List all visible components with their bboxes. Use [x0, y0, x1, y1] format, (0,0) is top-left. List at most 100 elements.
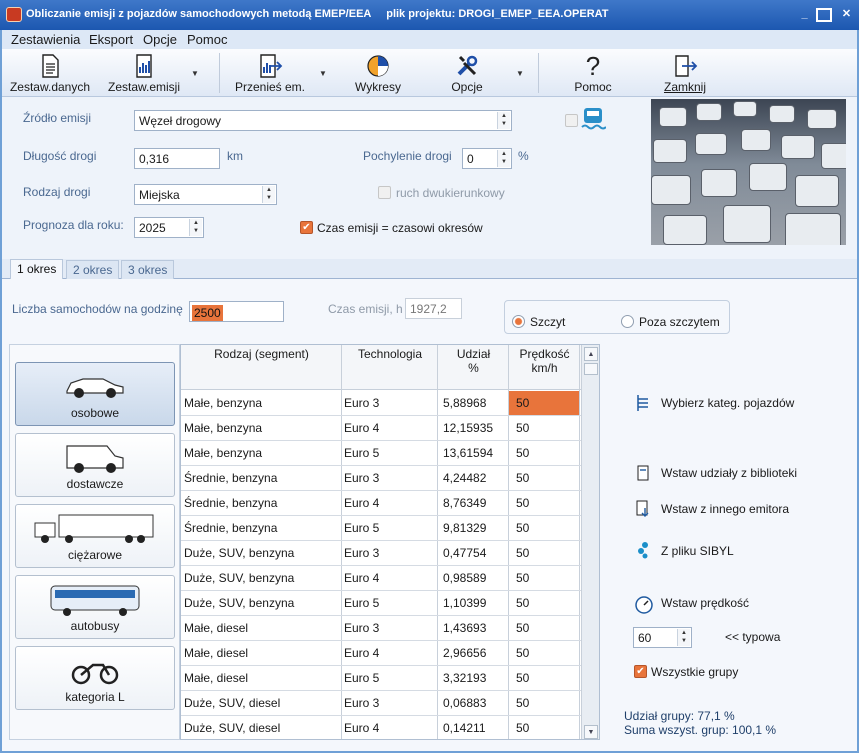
- category-kategoria-l[interactable]: kategoria L: [15, 646, 175, 710]
- spinner-arrows-icon[interactable]: ▲ ▼: [189, 219, 202, 236]
- zamknij-button[interactable]: Zamknij: [650, 49, 720, 97]
- grid-scrollbar[interactable]: ▲ ▼: [581, 345, 599, 739]
- rodzaj-select[interactable]: Miejska ▲ ▼: [134, 184, 277, 205]
- zestaw-danych-button[interactable]: Zestaw.danych: [6, 49, 94, 97]
- menu-eksport[interactable]: Eksport: [89, 32, 133, 47]
- table-row[interactable]: Średnie, benzyna Euro 5 9,81329 50: [181, 516, 581, 541]
- cell-technologia[interactable]: Euro 3: [344, 696, 379, 710]
- cell-predkosc[interactable]: 50: [516, 421, 529, 435]
- spinner-arrows-icon[interactable]: ▲ ▼: [497, 150, 510, 167]
- menu-opcje[interactable]: Opcje: [143, 32, 177, 47]
- header-rodzaj[interactable]: Rodzaj (segment): [181, 347, 342, 361]
- cell-rodzaj[interactable]: Duże, SUV, benzyna: [184, 596, 294, 610]
- pomoc-button[interactable]: ? Pomoc: [558, 49, 628, 97]
- table-row[interactable]: Średnie, benzyna Euro 3 4,24482 50: [181, 466, 581, 491]
- zestaw-emisji-button[interactable]: Zestaw.emisji: [102, 49, 186, 97]
- wszystkie-grupy-checkbox[interactable]: ✔: [634, 665, 647, 678]
- cell-rodzaj[interactable]: Małe, diesel: [184, 621, 248, 635]
- cell-rodzaj[interactable]: Małe, benzyna: [184, 446, 262, 460]
- cell-technologia[interactable]: Euro 3: [344, 546, 379, 560]
- cell-udzial[interactable]: 13,61594: [443, 446, 493, 460]
- table-row[interactable]: Małe, diesel Euro 4 2,96656 50: [181, 641, 581, 666]
- cell-predkosc[interactable]: 50: [516, 621, 529, 635]
- table-row[interactable]: Średnie, benzyna Euro 4 8,76349 50: [181, 491, 581, 516]
- table-row[interactable]: Małe, diesel Euro 3 1,43693 50: [181, 616, 581, 641]
- category-osobowe[interactable]: osobowe: [15, 362, 175, 426]
- cell-predkosc[interactable]: 50: [516, 696, 529, 710]
- cell-udzial[interactable]: 0,98589: [443, 571, 486, 585]
- cell-technologia[interactable]: Euro 4: [344, 646, 379, 660]
- dlugosc-input[interactable]: 0,316: [134, 148, 220, 169]
- cell-udzial[interactable]: 9,81329: [443, 521, 486, 535]
- liczba-input[interactable]: 2500: [189, 301, 284, 322]
- dwukierunkowy-checkbox[interactable]: [378, 186, 391, 199]
- cell-technologia[interactable]: Euro 5: [344, 446, 379, 460]
- cell-udzial[interactable]: 0,06883: [443, 696, 486, 710]
- cell-technologia[interactable]: Euro 4: [344, 721, 379, 735]
- chevron-down-icon[interactable]: ▲ ▼: [262, 186, 275, 203]
- tab-2-okres[interactable]: 2 okres: [66, 260, 120, 279]
- zrodlo-select[interactable]: Węzeł drogowy ▲ ▼: [134, 110, 512, 131]
- cell-udzial[interactable]: 4,24482: [443, 471, 486, 485]
- cell-rodzaj[interactable]: Duże, SUV, diesel: [184, 696, 280, 710]
- scroll-thumb[interactable]: [584, 363, 598, 375]
- menu-zestawienia[interactable]: Zestawienia: [11, 32, 80, 47]
- category-autobusy[interactable]: autobusy: [15, 575, 175, 639]
- przenies-button[interactable]: Przenieś em.: [226, 49, 314, 97]
- cell-rodzaj[interactable]: Średnie, benzyna: [184, 521, 277, 535]
- cell-predkosc[interactable]: 50: [516, 546, 529, 560]
- czas-emisji-checkbox[interactable]: ✔: [300, 221, 313, 234]
- wykresy-button[interactable]: Wykresy: [340, 49, 416, 97]
- typowa-button[interactable]: << typowa: [725, 630, 780, 644]
- cell-rodzaj[interactable]: Małe, diesel: [184, 646, 248, 660]
- header-udzial[interactable]: Udział %: [438, 347, 509, 375]
- header-predkosc[interactable]: Prędkość km/h: [509, 347, 580, 375]
- cell-predkosc[interactable]: 50: [516, 721, 529, 735]
- szczyt-radio[interactable]: [512, 315, 525, 328]
- cell-udzial[interactable]: 0,14211: [443, 721, 486, 735]
- wybierz-kategorie-button[interactable]: Wybierz kateg. pojazdów: [661, 396, 794, 410]
- table-row[interactable]: Duże, SUV, diesel Euro 3 0,06883 50: [181, 691, 581, 716]
- cell-predkosc[interactable]: 50: [516, 496, 529, 510]
- cell-udzial[interactable]: 1,10399: [443, 596, 486, 610]
- cell-technologia[interactable]: Euro 4: [344, 496, 379, 510]
- chevron-down-icon[interactable]: ▼: [516, 69, 524, 78]
- cell-udzial[interactable]: 0,47754: [443, 546, 486, 560]
- chevron-down-icon[interactable]: ▼: [191, 69, 199, 78]
- cell-rodzaj[interactable]: Duże, SUV, benzyna: [184, 571, 294, 585]
- table-row[interactable]: Małe, diesel Euro 5 3,32193 50: [181, 666, 581, 691]
- cell-udzial[interactable]: 12,15935: [443, 421, 493, 435]
- close-button[interactable]: ✕: [838, 7, 855, 22]
- poza-szczytem-radio[interactable]: [621, 315, 634, 328]
- cell-predkosc[interactable]: 50: [516, 471, 529, 485]
- cell-rodzaj[interactable]: Średnie, benzyna: [184, 496, 277, 510]
- cell-predkosc[interactable]: 50: [516, 521, 529, 535]
- opcje-button[interactable]: Opcje: [432, 49, 502, 97]
- cell-udzial[interactable]: 5,88968: [443, 396, 486, 410]
- table-row[interactable]: Małe, benzyna Euro 4 12,15935 50: [181, 416, 581, 441]
- table-row[interactable]: Małe, benzyna Euro 5 13,61594 50: [181, 441, 581, 466]
- wstaw-udzialy-button[interactable]: Wstaw udziały z biblioteki: [661, 466, 797, 480]
- category-ciezarowe[interactable]: ciężarowe: [15, 504, 175, 568]
- table-row[interactable]: Małe, benzyna Euro 3 5,88968 50: [181, 391, 581, 416]
- cell-rodzaj[interactable]: Małe, benzyna: [184, 421, 262, 435]
- cell-technologia[interactable]: Euro 5: [344, 596, 379, 610]
- cell-predkosc[interactable]: 50: [516, 446, 529, 460]
- tab-3-okres[interactable]: 3 okres: [121, 260, 175, 279]
- cell-technologia[interactable]: Euro 4: [344, 421, 379, 435]
- cell-udzial[interactable]: 3,32193: [443, 671, 486, 685]
- cell-rodzaj[interactable]: Duże, SUV, benzyna: [184, 546, 294, 560]
- wstaw-predkosc-button[interactable]: Wstaw prędkość: [661, 596, 749, 610]
- scroll-down-icon[interactable]: ▼: [584, 725, 598, 739]
- cell-technologia[interactable]: Euro 5: [344, 671, 379, 685]
- speed-spinner[interactable]: 60 ▲ ▼: [633, 627, 692, 648]
- cell-predkosc[interactable]: 50: [509, 391, 579, 415]
- minimize-button[interactable]: _: [796, 7, 813, 22]
- spinner-arrows-icon[interactable]: ▲ ▼: [677, 629, 690, 646]
- cell-udzial[interactable]: 2,96656: [443, 646, 486, 660]
- z-pliku-sibyl-button[interactable]: Z pliku SIBYL: [661, 544, 734, 558]
- tab-1-okres[interactable]: 1 okres: [10, 259, 64, 280]
- prognoza-spinner[interactable]: 2025 ▲ ▼: [134, 217, 204, 238]
- cell-rodzaj[interactable]: Małe, diesel: [184, 671, 248, 685]
- wstaw-z-innego-button[interactable]: Wstaw z innego emitora: [661, 502, 789, 516]
